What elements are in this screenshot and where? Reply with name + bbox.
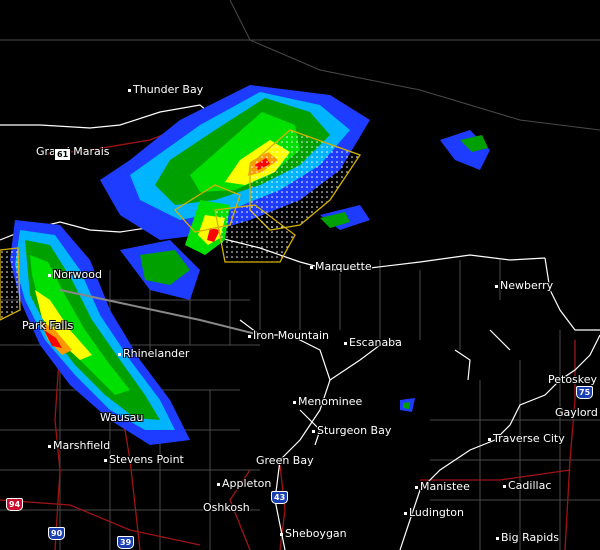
city-label-marquette: Marquette (310, 261, 372, 273)
interstate-shield-94: 94 (6, 498, 24, 511)
city-label-cadillac: Cadillac (503, 480, 551, 492)
city-label-escanaba: Escanaba (344, 337, 402, 349)
city-label-norwood: Norwood (48, 269, 102, 281)
city-label-rhinelander: Rhinelander (118, 348, 189, 360)
city-label-petoskey: Petoskey (548, 373, 598, 386)
city-label-big-rapids: Big Rapids (496, 532, 559, 544)
city-label-sturgeon-bay: Sturgeon Bay (312, 425, 391, 437)
city-label-iron-mountain: Iron Mountain (248, 330, 329, 342)
city-label-marshfield: Marshfield (48, 440, 110, 452)
city-label-gaylord: Gaylord (555, 406, 598, 419)
interstate-shield-39: 39 (117, 536, 135, 549)
radar-returns (10, 85, 490, 445)
interstate-shield-90: 90 (48, 527, 66, 540)
city-label-appleton: Appleton (217, 478, 271, 490)
city-label-sheboygan: Sheboygan (280, 528, 347, 540)
city-label-oshkosh: Oshkosh (203, 501, 250, 514)
city-label-stevens-point: Stevens Point (104, 454, 184, 466)
radar-map: Thunder Bay Grand Marais Marquette Newbe… (0, 0, 600, 550)
interstate-shield-43: 43 (271, 491, 289, 504)
interstate-shield-75: 75 (576, 386, 594, 399)
city-label-ludington: Ludington (404, 507, 464, 519)
city-label-menominee: Menominee (293, 396, 362, 408)
city-label-manistee: Manistee (415, 481, 470, 493)
city-label-green-bay: Green Bay (256, 454, 314, 467)
city-label-park-falls: Park Falls (22, 319, 74, 332)
city-label-grand-marais: Grand Marais (36, 145, 110, 158)
city-label-thunder-bay: Thunder Bay (128, 84, 203, 96)
city-label-newberry: Newberry (495, 280, 553, 292)
highway-shield-61: 61 (54, 148, 72, 161)
city-label-traverse-city: Traverse City (488, 433, 565, 445)
city-label-wausau: Wausau (100, 411, 144, 424)
